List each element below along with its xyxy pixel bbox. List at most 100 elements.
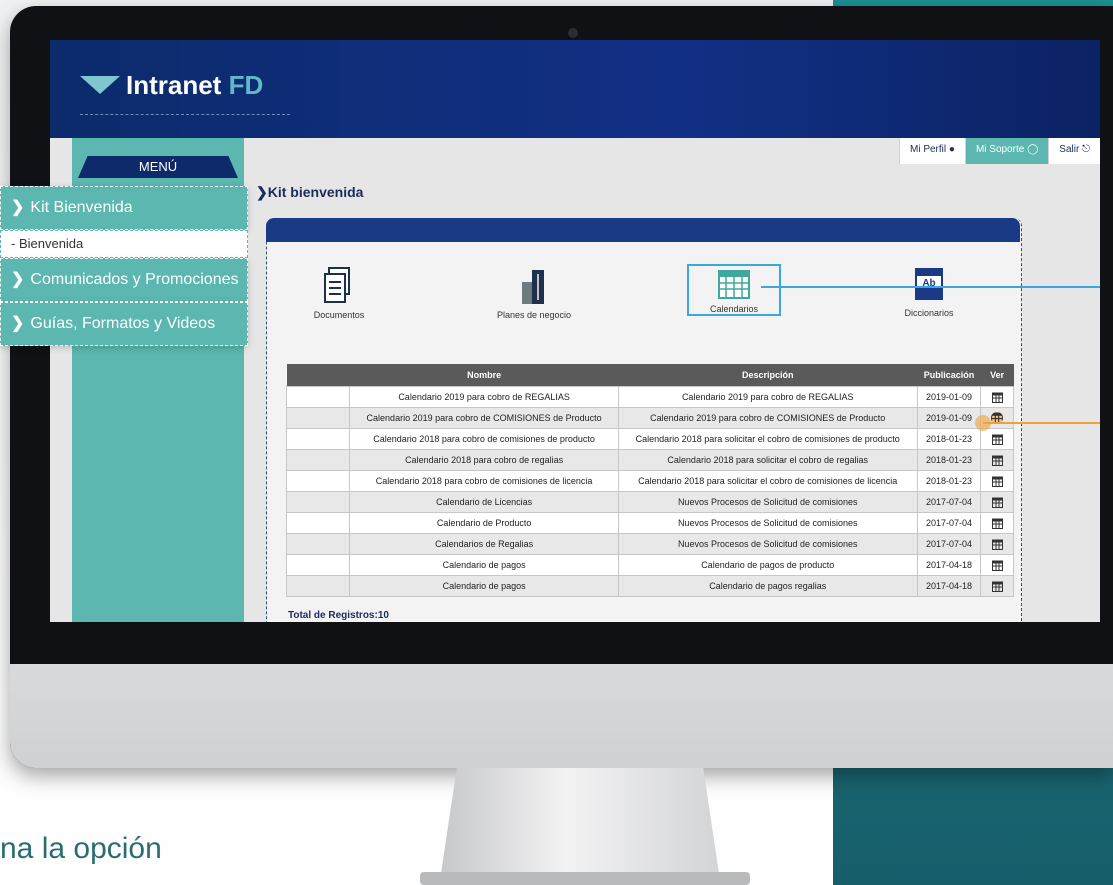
row-blank	[285, 386, 351, 408]
calendar-icon	[991, 560, 1003, 571]
user-icon: ●	[948, 144, 955, 155]
cell-fecha: 2017-04-18	[916, 575, 982, 597]
panel-header	[266, 218, 1020, 242]
sidebar-item-guias[interactable]: ❯ Guías, Formatos y Videos	[0, 302, 248, 346]
category-label: Planes de negocio	[496, 310, 572, 320]
category-label: Calendarios	[709, 304, 759, 314]
dictionary-icon: Ab	[915, 268, 943, 300]
logo-chevron-icon	[80, 74, 122, 98]
sidebar-item-label: Comunicados y Promociones	[30, 271, 239, 288]
table-row: Calendario de Producto Nuevos Procesos de…	[285, 512, 1014, 534]
view-calendar-button[interactable]	[980, 554, 1014, 576]
row-blank	[285, 428, 351, 450]
calendar-icon	[991, 392, 1003, 403]
breadcrumb-label: Kit bienvenida	[267, 184, 364, 200]
table-row: Calendarios de Regalias Nuevos Procesos d…	[285, 533, 1014, 555]
cell-descripcion: Calendario de pagos regalias	[617, 575, 918, 597]
calendar-icon	[991, 518, 1003, 529]
sidebar-item-label: Guías, Formatos y Videos	[30, 315, 216, 332]
table-row: Calendario de pagos Calendario de pagos d…	[285, 554, 1014, 576]
category-label: Documentos	[313, 310, 365, 320]
caption-text: na la opción	[0, 832, 162, 865]
header-nombre[interactable]: Nombre	[349, 364, 619, 387]
cell-nombre: Calendario 2019 para cobro de COMISIONES…	[349, 407, 619, 429]
sidebar-subitem-bienvenida[interactable]: - Bienvenida	[0, 230, 248, 258]
category-calendarios[interactable]: Calendarios	[687, 264, 781, 316]
buildings-icon	[522, 270, 544, 304]
cell-descripcion: Nuevos Procesos de Solicitud de comision…	[617, 533, 918, 555]
calendar-icon	[991, 539, 1003, 550]
documents-icon	[324, 267, 350, 303]
callout-line-orange	[983, 422, 1100, 424]
top-nav: Mi Perfil ● Mi Soporte ◯ Salir ⎋	[898, 138, 1100, 164]
chevron-right-icon: ❯	[256, 184, 268, 200]
table-row: Calendario 2018 para cobro de regalias Ca…	[285, 449, 1014, 471]
cell-fecha: 2019-01-09	[916, 386, 982, 408]
table-row: Calendario 2018 para cobro de comisiones…	[285, 470, 1014, 492]
sidebar-item-comunicados[interactable]: ❯ Comunicados y Promociones	[0, 258, 248, 302]
row-blank	[285, 575, 351, 597]
camera-dot	[568, 28, 578, 38]
row-blank	[285, 533, 351, 555]
total-records: Total de Registros:10	[288, 610, 389, 621]
cell-nombre: Calendario de pagos	[349, 554, 619, 576]
category-documentos[interactable]: Documentos	[294, 266, 384, 320]
cell-descripcion: Calendario 2018 para solicitar el cobro …	[617, 449, 918, 471]
view-calendar-button[interactable]	[980, 449, 1014, 471]
cell-nombre: Calendario de Licencias	[349, 491, 619, 513]
sidebar-item-kit-bienvenida[interactable]: ❯ Kit Bienvenida	[0, 186, 248, 230]
support-label: Mi Soporte	[975, 144, 1025, 155]
profile-button[interactable]: Mi Perfil ●	[898, 138, 965, 164]
category-icons: Documentos Planes de negocio Calendarios	[294, 264, 1014, 332]
cell-nombre: Calendario 2018 para cobro de comisiones…	[349, 428, 619, 450]
logout-icon: ⎋	[1082, 144, 1090, 155]
records-table: Nombre Descripción Publicación Ver Calen…	[285, 364, 1014, 597]
chevron-right-icon: ❯	[11, 271, 25, 288]
sidebar-menu: ❯ Kit Bienvenida - Bienvenida ❯ Comunicado…	[0, 186, 248, 346]
view-calendar-button[interactable]	[980, 491, 1014, 513]
view-calendar-button[interactable]	[980, 512, 1014, 534]
table-row: Calendario 2019 para cobro de COMISIONES…	[285, 407, 1014, 429]
menu-title: MENÚ	[78, 156, 238, 178]
logo-underline	[80, 114, 290, 115]
table-row: Calendario de pagos Calendario de pagos r…	[285, 575, 1014, 597]
category-diccionarios[interactable]: Ab Diccionarios	[884, 266, 974, 318]
sidebar-item-label: Kit Bienvenida	[30, 199, 133, 216]
headset-icon: ◯	[1027, 144, 1039, 155]
sidebar-item-label: - Bienvenida	[11, 236, 84, 251]
monitor-stand	[440, 768, 720, 880]
cell-descripcion: Nuevos Procesos de Solicitud de comision…	[617, 512, 918, 534]
view-calendar-button[interactable]	[980, 533, 1014, 555]
cell-descripcion: Calendario 2019 para cobro de REGALIAS	[617, 386, 918, 408]
cell-nombre: Calendario de Producto	[349, 512, 619, 534]
logo-accent: FD	[228, 70, 264, 100]
cell-fecha: 2018-01-23	[916, 428, 982, 450]
header-ver: Ver	[980, 364, 1014, 387]
callout-line-blue	[761, 286, 1100, 288]
category-label: Diccionarios	[904, 308, 954, 318]
cell-nombre: Calendario 2018 para cobro de comisiones…	[349, 470, 619, 492]
view-calendar-button[interactable]	[980, 428, 1014, 450]
cell-fecha: 2017-07-04	[916, 491, 982, 513]
cell-fecha: 2018-01-23	[916, 449, 982, 471]
view-calendar-button[interactable]	[980, 575, 1014, 597]
cell-nombre: Calendario 2018 para cobro de regalias	[349, 449, 619, 471]
calendar-icon	[991, 434, 1003, 445]
site-header: Intranet FD	[50, 40, 1100, 138]
cell-nombre: Calendario de pagos	[349, 575, 619, 597]
logo[interactable]: Intranet FD	[80, 70, 263, 101]
breadcrumb: ❯Kit bienvenida	[256, 184, 363, 201]
header-publicacion[interactable]: Publicación	[917, 364, 981, 387]
category-planes[interactable]: Planes de negocio	[489, 266, 579, 320]
cell-fecha: 2018-01-23	[916, 470, 982, 492]
header-descripcion[interactable]: Descripción	[618, 364, 918, 387]
table-row: Calendario 2019 para cobro de REGALIAS Ca…	[285, 386, 1014, 408]
support-button[interactable]: Mi Soporte ◯	[964, 138, 1049, 164]
cell-nombre: Calendarios de Regalias	[349, 533, 619, 555]
view-calendar-button[interactable]	[980, 470, 1014, 492]
logout-button[interactable]: Salir ⎋	[1048, 138, 1100, 164]
view-calendar-button[interactable]	[980, 386, 1014, 408]
calendar-icon	[991, 581, 1003, 592]
cell-fecha: 2017-07-04	[916, 512, 982, 534]
cell-nombre: Calendario 2019 para cobro de REGALIAS	[349, 386, 619, 408]
